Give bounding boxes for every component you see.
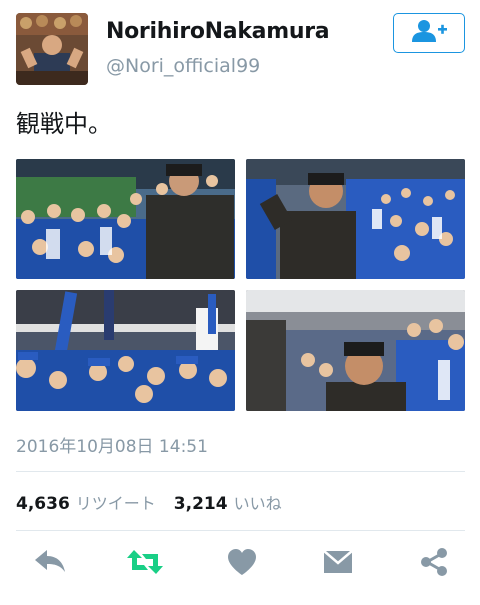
like-count[interactable]: 3,214 <box>174 494 228 514</box>
tweet-stats: 4,636 リツイート 3,214 いいね <box>16 490 300 514</box>
heart-icon <box>227 548 257 580</box>
reply-icon <box>34 548 66 580</box>
divider <box>16 471 465 472</box>
like-button[interactable] <box>224 546 260 582</box>
media-grid <box>16 159 465 411</box>
tweet-header: NorihiroNakamura @Nori_official99 <box>16 13 466 87</box>
tweet-text: 観戦中。 <box>16 110 112 138</box>
photo-4[interactable] <box>246 290 465 411</box>
photo-2[interactable] <box>246 159 465 279</box>
username-handle[interactable]: @Nori_official99 <box>106 55 260 77</box>
display-name[interactable]: NorihiroNakamura <box>106 19 330 44</box>
retweet-icon <box>126 548 164 580</box>
retweet-button[interactable] <box>127 546 163 582</box>
avatar[interactable] <box>16 13 88 85</box>
share-button[interactable] <box>416 546 452 582</box>
retweet-count[interactable]: 4,636 <box>16 494 70 514</box>
tweet-actions <box>16 546 465 582</box>
retweet-label[interactable]: リツイート <box>76 490 156 514</box>
reply-button[interactable] <box>32 546 68 582</box>
follow-button[interactable] <box>393 13 465 53</box>
divider <box>16 530 465 531</box>
share-icon <box>420 548 448 580</box>
photo-1[interactable] <box>16 159 235 279</box>
like-label[interactable]: いいね <box>234 490 282 514</box>
photo-3[interactable] <box>16 290 235 411</box>
tweet-timestamp[interactable]: 2016年10月08日 14:51 <box>16 432 208 457</box>
direct-message-button[interactable] <box>320 546 356 582</box>
add-user-icon <box>411 19 447 47</box>
direct-message-icon <box>323 549 353 579</box>
